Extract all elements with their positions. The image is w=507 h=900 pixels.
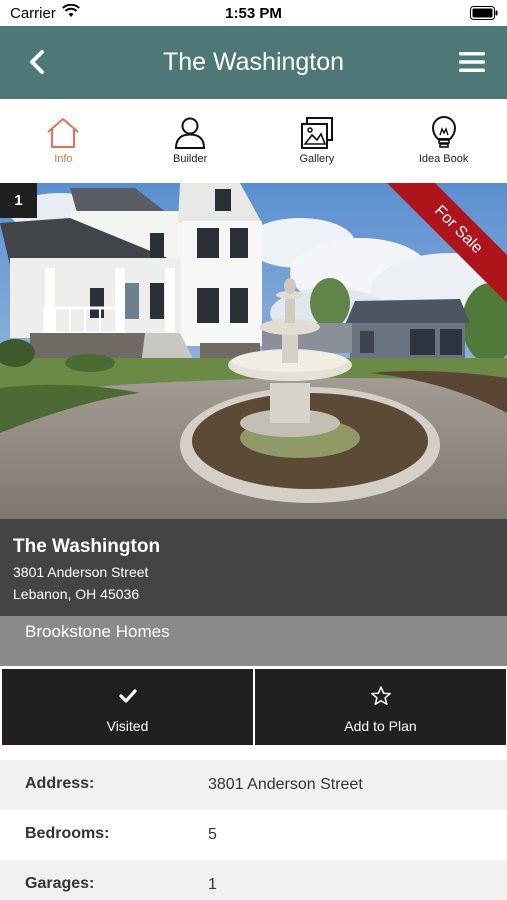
detail-value: 3801 Anderson Street xyxy=(208,776,363,793)
checkmark-icon xyxy=(118,689,137,703)
listing-address-line2: Lebanon, OH 45036 xyxy=(13,586,140,602)
detail-row-bedrooms: Bedrooms: 5 xyxy=(0,810,507,860)
detail-row-garages: Garages: 1 xyxy=(0,860,507,900)
hero-photo[interactable]: 1 For Sale xyxy=(0,183,507,519)
house-photo xyxy=(0,183,507,519)
clock: 1:53 PM xyxy=(225,5,282,22)
detail-key: Garages: xyxy=(25,875,95,892)
details-table: Address: 3801 Anderson Street Bedrooms: … xyxy=(0,760,507,900)
detail-key: Bedrooms: xyxy=(25,825,110,842)
hamburger-menu-icon[interactable] xyxy=(459,50,485,74)
visited-button[interactable]: Visited xyxy=(2,669,253,745)
tab-bar: Info Builder Gallery Idea Book xyxy=(0,99,507,183)
person-icon xyxy=(175,117,206,149)
battery-icon xyxy=(470,6,498,20)
listing-name: The Washington xyxy=(13,536,161,557)
photo-number-badge: 1 xyxy=(0,183,37,218)
builder-band[interactable]: Brookstone Homes xyxy=(0,616,507,666)
visited-label: Visited xyxy=(106,718,149,734)
page-title: The Washington xyxy=(162,48,345,76)
action-buttons: Visited Add to Plan xyxy=(0,666,507,746)
nav-bar: The Washington xyxy=(0,26,507,99)
back-chevron-icon[interactable] xyxy=(22,46,54,78)
house-icon xyxy=(47,118,80,148)
tab-gallery-label: Gallery xyxy=(299,153,335,165)
tab-info[interactable]: Info xyxy=(0,99,127,183)
add-to-plan-label: Add to Plan xyxy=(344,718,417,734)
tab-idea-book-label: Idea Book xyxy=(418,153,469,165)
tab-gallery[interactable]: Gallery xyxy=(254,99,381,183)
detail-key: Address: xyxy=(25,775,95,792)
detail-row-address: Address: 3801 Anderson Street xyxy=(0,760,507,810)
listing-address-line1: 3801 Anderson Street xyxy=(13,564,149,580)
star-outline-icon xyxy=(370,686,391,706)
detail-value: 5 xyxy=(208,826,217,843)
tab-idea-book[interactable]: Idea Book xyxy=(380,99,507,183)
gallery-icon xyxy=(300,117,333,149)
listing-info: The Washington 3801 Anderson Street Leba… xyxy=(0,519,507,616)
tab-info-label: Info xyxy=(54,153,73,165)
tab-builder-label: Builder xyxy=(173,153,208,165)
lightbulb-icon xyxy=(431,116,456,148)
tab-builder[interactable]: Builder xyxy=(127,99,254,183)
add-to-plan-button[interactable]: Add to Plan xyxy=(255,669,506,745)
detail-value: 1 xyxy=(208,876,217,893)
status-bar: Carrier 1:53 PM xyxy=(0,0,507,26)
builder-name[interactable]: Brookstone Homes xyxy=(25,622,170,642)
